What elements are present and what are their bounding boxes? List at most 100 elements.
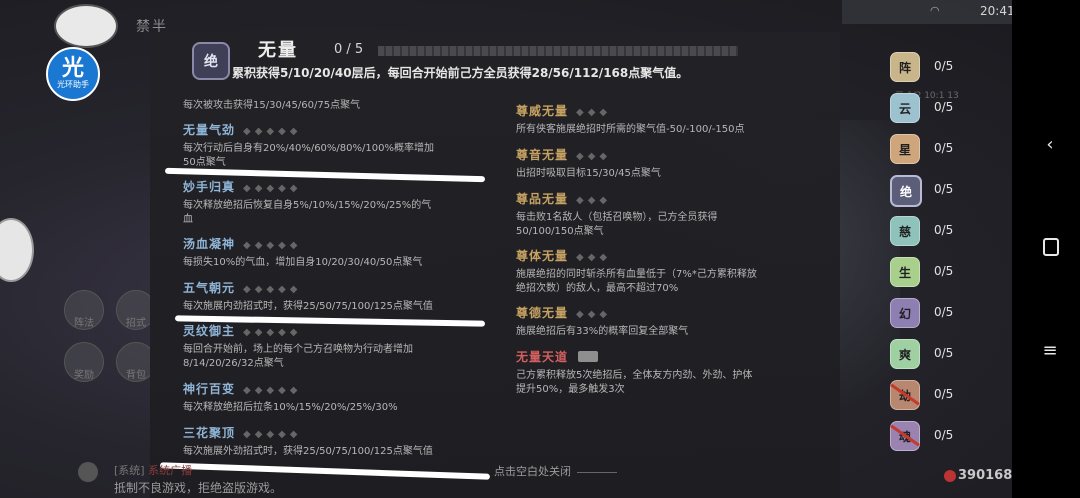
category-item-sheng[interactable]: 生 0/5 xyxy=(888,255,978,289)
home-icon[interactable] xyxy=(1043,238,1059,256)
chat-system-line[interactable]: [系统] 系统广播 xyxy=(114,462,192,478)
skill-desc: 每回合开始前，场上的每个己方召唤物为行动者增加 8/14/20/26/32点聚气 xyxy=(183,344,413,369)
skill-zunde-wuliang[interactable]: 尊德无量 ◆◆◆ 施展绝招后有33%的概率回复全部聚气 xyxy=(516,302,688,339)
skill-desc: 每次施展内劲招式时，获得25/50/75/100/125点聚气值 xyxy=(183,301,433,312)
category-count: 0/5 xyxy=(934,223,954,237)
skill-name: 无量气劲 xyxy=(183,123,236,137)
skill-desc: 每次行动后自身有20%/40%/60%/80%/100%概率增加 50点聚气 xyxy=(183,143,434,168)
lock-icon xyxy=(578,351,599,362)
reward-label: 奖励 xyxy=(74,370,94,381)
skill-zunyin-wuliang[interactable]: 尊音无量 ◆◆◆ 出招时吸取目标15/30/45点聚气 xyxy=(516,144,661,181)
skill-name: 尊体无量 xyxy=(516,249,569,263)
skill-desc: 每次释放绝招后拉条10%/15%/20%/25%/30% xyxy=(183,402,398,413)
skill-zunpin-wuliang[interactable]: 尊品无量 ◆◆◆ 每击败1名敌人（包括召唤物），己方全员获得 50/100/150… xyxy=(516,188,717,239)
category-item-zhen[interactable]: 阵 0/5 xyxy=(888,50,978,84)
level-diamonds-icon: ◆◆◆◆◆ xyxy=(243,284,302,295)
level-diamonds-icon: ◆◆◆ xyxy=(576,252,612,263)
skill-desc: 每次释放绝招后恢复自身5%/10%/15%/20%/25%的气 血 xyxy=(183,200,432,225)
back-icon[interactable]: ‹ xyxy=(1040,134,1060,155)
category-count: 0/5 xyxy=(934,346,954,360)
skill-desc: 己方累积释放5次绝招后，全体友方内劲、外劲、护体 提升50%，最多触发3次 xyxy=(516,370,753,395)
clock: 20:41 xyxy=(980,4,1015,18)
category-item-huan[interactable]: 幻 0/5 xyxy=(888,296,978,330)
category-item-shuang[interactable]: 爽 0/5 xyxy=(888,337,978,371)
wifi-icon: ◠ xyxy=(930,4,940,17)
category-count: 0/5 xyxy=(934,59,954,73)
skill-name: 神行百变 xyxy=(183,382,236,396)
category-item-jue[interactable]: 绝 0/5 xyxy=(888,173,978,207)
menu-icon[interactable]: ≡ xyxy=(1040,340,1060,361)
close-hint[interactable]: 点击空白处关闭 xyxy=(494,463,623,479)
reward-button[interactable]: 奖励 xyxy=(64,342,104,382)
category-count: 0/5 xyxy=(934,182,954,196)
xing-icon: 星 xyxy=(890,134,920,164)
skill-wuqi-chaoyuan[interactable]: 五气朝元 ◆◆◆◆◆ 每次施展内劲招式时，获得25/50/75/100/125点聚… xyxy=(183,277,433,314)
skill-name: 尊品无量 xyxy=(516,192,569,206)
player-avatar[interactable] xyxy=(54,4,118,48)
formation-label: 阵法 xyxy=(74,318,94,329)
level-diamonds-icon: ◆◆◆◆◆ xyxy=(243,429,302,440)
level-diamonds-icon: ◆◆◆◆◆ xyxy=(243,183,302,194)
skill-name: 灵纹御主 xyxy=(183,324,236,338)
guanghuan-helper-badge[interactable]: 光 光环助手 xyxy=(46,47,100,101)
level-diamonds-icon: ◆◆◆ xyxy=(576,107,612,118)
sheng-icon: 生 xyxy=(890,257,920,287)
skill-lingwen-yuzhu[interactable]: 灵纹御主 ◆◆◆◆◆ 每回合开始前，场上的每个己方召唤物为行动者增加 8/14/2… xyxy=(183,320,413,371)
category-count: 0/5 xyxy=(934,141,954,155)
skill-shenxing-baibian[interactable]: 神行百变 ◆◆◆◆◆ 每次释放绝招后拉条10%/15%/20%/25%/30% xyxy=(183,378,398,415)
skill-desc: 每损失10%的气血，增加自身10/20/30/40/50点聚气 xyxy=(183,257,423,268)
skill-name: 尊威无量 xyxy=(516,104,569,118)
category-item-xing[interactable]: 星 0/5 xyxy=(888,132,978,166)
huan-icon: 幻 xyxy=(890,298,920,328)
category-item-yun[interactable]: 云 0/5 xyxy=(888,91,978,125)
badge-icon-char: 光 xyxy=(61,56,84,81)
skill-name: 尊德无量 xyxy=(516,306,569,320)
chat-avatar-icon xyxy=(78,462,98,482)
category-item-jie[interactable]: 劫 0/5 xyxy=(888,378,978,412)
skill-tangxue-ningshen[interactable]: 汤血凝神 ◆◆◆◆◆ 每损失10%的气血，增加自身10/20/30/40/50点聚… xyxy=(183,233,422,270)
formation-button[interactable]: 阵法 xyxy=(64,290,104,330)
category-item-ci[interactable]: 慈 0/5 xyxy=(888,214,978,248)
category-count: 0/5 xyxy=(934,387,954,401)
skill-wuliang-tiandao[interactable]: 无量天道 己方累积释放5次绝招后，全体友方内劲、外劲、护体 提升50%，最多触发… xyxy=(516,346,752,397)
moves-label: 招式 xyxy=(126,318,146,329)
ci-icon: 慈 xyxy=(890,216,920,246)
skill-name: 尊音无量 xyxy=(516,148,569,162)
bag-label: 背包 xyxy=(126,370,146,381)
panel-description: 累积获得5/10/20/40层后，每回合开始前己方全员获得28/56/112/1… xyxy=(232,66,689,80)
skill-name: 五气朝元 xyxy=(183,281,236,295)
level-diamonds-icon: ◆◆◆ xyxy=(576,309,612,320)
skill-desc: 每击败1名敌人（包括召唤物），己方全员获得 50/100/150点聚气 xyxy=(516,212,718,237)
skill-desc: 施展绝招后有33%的概率回复全部聚气 xyxy=(516,326,689,337)
level-diamonds-icon: ◆◆◆◆◆ xyxy=(243,240,302,251)
level-diamonds-icon: ◆◆◆◆◆ xyxy=(243,126,302,137)
category-item-hun[interactable]: 魂 0/5 xyxy=(888,419,978,453)
truncated-skill-desc: 每次被攻击获得15/30/45/60/75点聚气 xyxy=(183,100,361,111)
category-count: 0/5 xyxy=(934,100,954,114)
skill-desc: 出招时吸取目标15/30/45点聚气 xyxy=(516,168,661,179)
skill-wuliang-qijin[interactable]: 无量气劲 ◆◆◆◆◆ 每次行动后自身有20%/40%/60%/80%/100%概率… xyxy=(183,119,434,170)
skill-zunti-wuliang[interactable]: 尊体无量 ◆◆◆ 施展绝招的同时斩杀所有血量低于（7%*己方累积释放 绝招次数）的… xyxy=(516,245,757,296)
skill-sanhua-juding[interactable]: 三花聚顶 ◆◆◆◆◆ 每次施展外劲招式时，获得25/50/75/100/125点聚… xyxy=(183,422,433,459)
skill-name: 无量天道 xyxy=(516,350,569,364)
level-diamonds-icon: ◆◆◆◆◆ xyxy=(243,385,302,396)
skill-desc: 每次施展外劲招式时，获得25/50/75/100/125点聚气值 xyxy=(183,446,433,457)
skill-name: 妙手归真 xyxy=(183,180,236,194)
zhen-icon: 阵 xyxy=(890,52,920,82)
jue-category-icon: 绝 xyxy=(192,42,230,80)
level-diamonds-icon: ◆◆◆ xyxy=(576,195,612,206)
skill-desc: 施展绝招的同时斩杀所有血量低于（7%*己方累积释放 绝招次数）的敌人，最高不超过… xyxy=(516,269,757,294)
skill-name: 汤血凝神 xyxy=(183,237,236,251)
chat-notice-line: 抵制不良游戏，拒绝盗版游戏。 xyxy=(114,481,283,495)
panel-count: 0 / 5 xyxy=(334,42,364,57)
skill-name: 三花聚顶 xyxy=(183,426,236,440)
category-count: 0/5 xyxy=(934,264,954,278)
level-diamonds-icon: ◆◆◆◆◆ xyxy=(243,327,302,338)
category-count: 0/5 xyxy=(934,428,954,442)
skill-zunwei-wuliang[interactable]: 尊威无量 ◆◆◆ 所有侠客施展绝招时所需的聚气值-50/-100/-150点 xyxy=(516,100,744,137)
level-diamonds-icon: ◆◆◆ xyxy=(576,151,612,162)
shuang-icon: 爽 xyxy=(890,339,920,369)
power-icon xyxy=(944,470,956,482)
skill-miaoshou-guizhen[interactable]: 妙手归真 ◆◆◆◆◆ 每次释放绝招后恢复自身5%/10%/15%/20%/25%的… xyxy=(183,176,431,227)
panel-title: 无量 xyxy=(258,40,298,61)
